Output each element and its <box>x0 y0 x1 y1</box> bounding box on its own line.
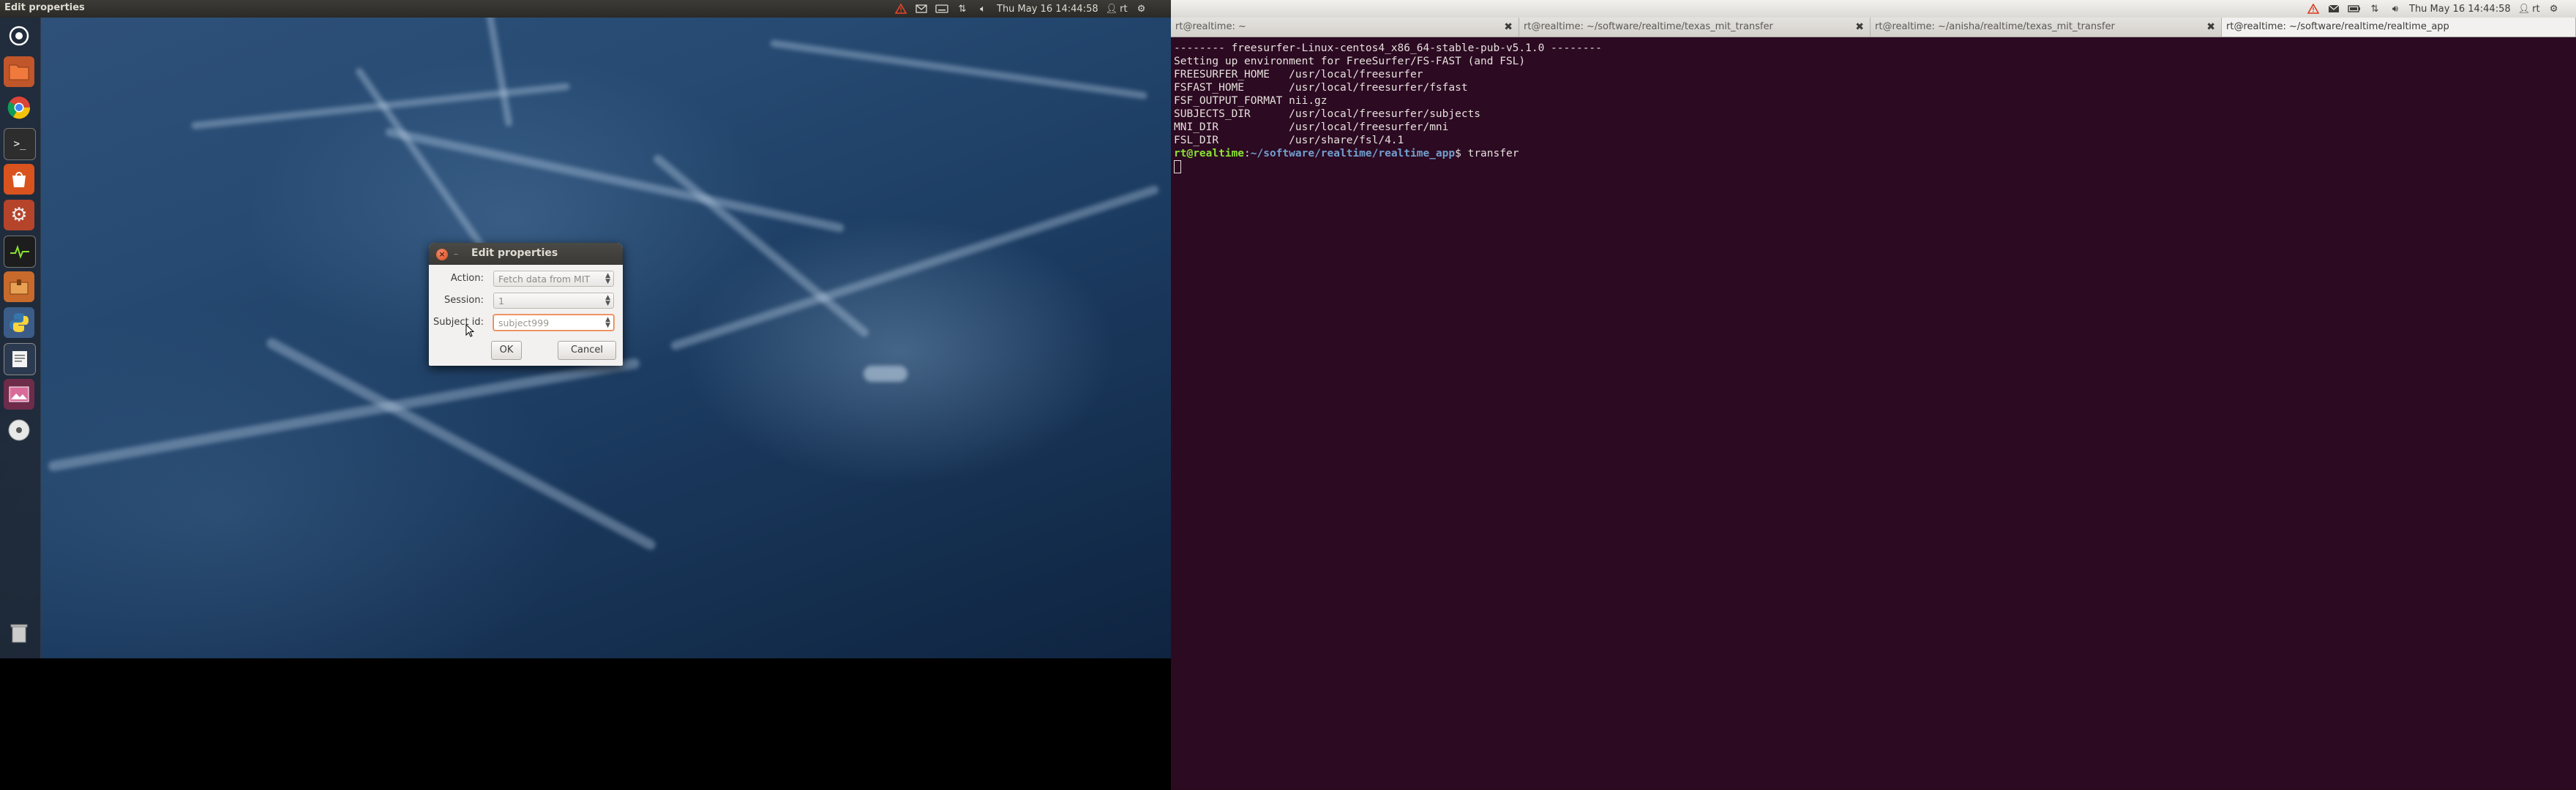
action-select[interactable]: Fetch data from MIT ▲ ▼ <box>493 271 614 287</box>
tab-texas-mit-transfer[interactable]: rt@realtime: ~/software/realtime/texas_m… <box>1519 18 1871 37</box>
text-editor-icon[interactable] <box>4 343 36 375</box>
minimize-icon[interactable]: – <box>451 249 461 259</box>
prompt-separator: : <box>1244 148 1251 159</box>
cancel-button[interactable]: Cancel <box>558 341 616 360</box>
subject-id-field[interactable]: subject999 ▲ ▼ <box>493 315 614 331</box>
close-icon[interactable]: × <box>436 249 448 260</box>
dialog-titlebar[interactable]: × – Edit properties <box>429 243 623 265</box>
tab-realtime-app[interactable]: rt@realtime: ~/software/realtime/realtim… <box>2222 18 2576 37</box>
mail-icon[interactable] <box>2327 3 2340 15</box>
action-value: Fetch data from MIT <box>498 274 591 285</box>
user-name: rt <box>1120 3 1128 15</box>
chrome-icon[interactable] <box>4 92 34 123</box>
text-cursor <box>1174 160 1181 173</box>
warning-icon[interactable] <box>2307 3 2320 15</box>
image-viewer-icon[interactable] <box>4 379 34 410</box>
power-gear-icon[interactable]: ⚙ <box>1135 3 1148 15</box>
terminal-icon[interactable]: >_ <box>4 128 36 160</box>
archive-manager-icon[interactable] <box>4 271 34 302</box>
tab-anisha-texas-mit-transfer[interactable]: rt@realtime: ~/anisha/realtime/texas_mit… <box>1871 18 2222 37</box>
clock[interactable]: Thu May 16 14:44:58 <box>997 4 1098 15</box>
active-window-title: Edit properties <box>4 2 85 13</box>
terminal-line: FSFAST_HOME /usr/local/freesurfer/fsfast <box>1174 82 1468 94</box>
terminal-output[interactable]: -------- freesurfer-Linux-centos4_x86_64… <box>1171 37 2576 787</box>
tab-title: rt@realtime: ~/software/realtime/realtim… <box>2226 21 2449 32</box>
tab-home[interactable]: rt@realtime: ~ ✖ <box>1171 18 1519 37</box>
close-tab-icon[interactable]: ✖ <box>2206 18 2215 37</box>
keyboard-icon[interactable] <box>935 3 948 15</box>
mail-icon[interactable] <box>915 3 928 15</box>
top-panel-right: ⇅ 🔊︎ Thu May 16 14:44:58 👤︎ rt ⚙ <box>1171 0 2576 18</box>
subject-id-label: Subject id: <box>433 317 484 328</box>
session-select[interactable]: 1 ▲ ▼ <box>493 293 614 309</box>
ok-button[interactable]: OK <box>491 341 522 360</box>
battery-icon[interactable] <box>2348 3 2361 15</box>
disc-icon[interactable] <box>4 415 34 445</box>
close-tab-icon[interactable]: ✖ <box>1504 18 1513 37</box>
right-monitor: ⇅ 🔊︎ Thu May 16 14:44:58 👤︎ rt ⚙ rt@realt… <box>1171 0 2576 790</box>
indicator-tray: ⇅ 🔈︎ Thu May 16 14:44:58 👤︎ rt ⚙ <box>894 0 1148 18</box>
tab-title: rt@realtime: ~ <box>1175 21 1246 32</box>
spin-arrows-icon: ▲ ▼ <box>605 294 610 307</box>
system-monitor-icon[interactable] <box>4 236 36 268</box>
trash-icon[interactable] <box>4 617 34 648</box>
software-center-icon[interactable] <box>4 164 34 195</box>
tab-title: rt@realtime: ~/software/realtime/texas_m… <box>1524 21 1773 32</box>
action-label: Action: <box>450 273 484 284</box>
terminal-line: MNI_DIR /usr/local/freesurfer/mni <box>1174 121 1449 133</box>
terminal-line: SUBJECTS_DIR /usr/local/freesurfer/subje… <box>1174 108 1481 120</box>
files-icon[interactable] <box>4 56 34 87</box>
prompt-symbol: $ <box>1455 148 1468 159</box>
terminal-line: FSF_OUTPUT_FORMAT nii.gz <box>1174 95 1328 107</box>
typed-command: transfer <box>1467 148 1519 159</box>
session-value: 1 <box>498 296 504 306</box>
user-name: rt <box>2532 3 2540 15</box>
power-gear-icon[interactable]: ⚙ <box>2547 3 2561 15</box>
terminal-line: -------- freesurfer-Linux-centos4_x86_64… <box>1174 42 1602 54</box>
session-label: Session: <box>444 295 484 306</box>
cursor-line <box>1174 160 2573 173</box>
warning-icon[interactable] <box>894 3 907 15</box>
dash-home-icon[interactable] <box>4 20 34 51</box>
network-icon[interactable]: ⇅ <box>956 3 969 15</box>
clock[interactable]: Thu May 16 14:44:58 <box>2409 4 2511 15</box>
volume-icon[interactable]: 🔈︎ <box>976 3 989 15</box>
terminal-line: Setting up environment for FreeSurfer/FS… <box>1174 56 1526 67</box>
person-icon: 👤︎ <box>2517 3 2531 15</box>
prompt-user: rt@realtime <box>1174 148 1245 159</box>
left-monitor: Edit properties ⇅ 🔈︎ Thu May 16 14:44:58… <box>0 0 1171 790</box>
top-panel: Edit properties ⇅ 🔈︎ Thu May 16 14:44:58… <box>0 0 1171 18</box>
spin-arrows-icon: ▲ ▼ <box>605 316 610 329</box>
user-menu[interactable]: 👤︎ rt <box>2518 3 2540 15</box>
terminal-line: FREESURFER_HOME /usr/local/freesurfer <box>1174 69 1423 80</box>
terminal-line: FSL_DIR /usr/share/fsl/4.1 <box>1174 135 1404 146</box>
dialog-title: Edit properties <box>471 247 558 259</box>
volume-icon[interactable]: 🔊︎ <box>2389 3 2402 15</box>
network-icon[interactable]: ⇅ <box>2368 3 2381 15</box>
system-settings-icon[interactable]: ⚙ <box>4 200 34 230</box>
close-tab-icon[interactable]: ✖ <box>1855 18 1864 37</box>
python-icon[interactable] <box>4 307 34 338</box>
indicator-tray-right: ⇅ 🔊︎ Thu May 16 14:44:58 👤︎ rt ⚙ <box>2307 0 2561 18</box>
prompt-path: ~/software/realtime/realtime_app <box>1250 148 1456 159</box>
tab-title: rt@realtime: ~/anisha/realtime/texas_mit… <box>1875 21 2115 32</box>
person-icon: 👤︎ <box>1105 3 1118 15</box>
subject-id-value: subject999 <box>498 317 550 328</box>
edit-properties-dialog: × – Edit properties Action: Fetch data f… <box>429 243 623 366</box>
terminal-prompt-line: rt@realtime:~/software/realtime/realtime… <box>1174 147 2573 160</box>
mouse-pointer-icon <box>465 324 474 337</box>
user-menu[interactable]: 👤︎ rt <box>1106 3 1128 15</box>
launcher: >_ ⚙ <box>0 18 41 658</box>
terminal-tab-bar: rt@realtime: ~ ✖ rt@realtime: ~/software… <box>1171 18 2576 37</box>
spin-arrows-icon: ▲ ▼ <box>605 272 610 285</box>
